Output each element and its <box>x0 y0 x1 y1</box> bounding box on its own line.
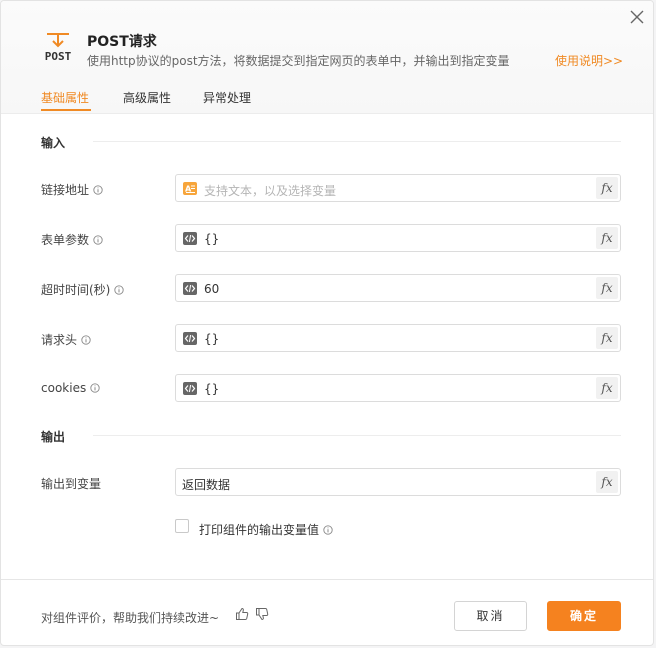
dialog-title: POST请求 <box>87 34 157 50</box>
active-tab-indicator <box>41 109 91 111</box>
headers-label: 请求头 <box>41 331 91 347</box>
headers-value: {} <box>204 332 220 346</box>
close-icon[interactable] <box>625 5 649 29</box>
code-type-icon <box>183 232 197 245</box>
url-input[interactable]: A 支持文本，以及选择变量 fx <box>175 174 621 202</box>
tabs-divider <box>1 113 653 114</box>
output-section-title: 输出 <box>41 430 66 444</box>
form-params-input[interactable]: {} fx <box>175 224 621 252</box>
tab-label: 异常处理 <box>203 91 252 105</box>
fx-button[interactable]: fx <box>596 377 618 399</box>
headers-input[interactable]: {} fx <box>175 324 621 352</box>
tab-exception-handling[interactable]: 异常处理 <box>203 89 251 113</box>
cancel-button[interactable]: 取消 <box>454 601 527 631</box>
usage-help-link[interactable]: 使用说明>> <box>555 52 623 69</box>
code-type-icon <box>183 282 197 295</box>
timeout-input[interactable]: 60 fx <box>175 274 621 302</box>
print-output-checkbox[interactable] <box>175 519 189 533</box>
input-section-title: 输入 <box>41 136 66 150</box>
fx-button[interactable]: fx <box>596 227 618 249</box>
output-var-input[interactable]: 返回数据 fx <box>175 468 621 496</box>
form-params-label: 表单参数 <box>41 231 103 247</box>
url-label-text: 链接地址 <box>41 183 90 197</box>
section-divider <box>93 435 621 436</box>
thumbs-up-icon[interactable] <box>235 607 249 621</box>
code-type-icon <box>183 382 197 395</box>
form-params-value: {} <box>204 232 220 246</box>
text-type-icon: A <box>183 182 197 195</box>
fx-button[interactable]: fx <box>596 177 618 199</box>
headers-label-text: 请求头 <box>41 333 78 347</box>
timeout-label: 超时时间(秒) <box>41 281 125 297</box>
timeout-label-text: 超时时间(秒) <box>41 283 111 297</box>
cookies-value: {} <box>204 382 220 396</box>
form-params-label-text: 表单参数 <box>41 233 90 247</box>
tab-advanced-properties[interactable]: 高级属性 <box>123 89 171 113</box>
dialog-subtitle: 使用http协议的post方法，将数据提交到指定网页的表单中，并输出到指定变量 <box>87 54 510 68</box>
info-icon[interactable] <box>81 335 91 345</box>
output-var-label-text: 输出到变量 <box>41 477 102 491</box>
timeout-value: 60 <box>204 282 220 296</box>
thumbs-down-icon[interactable] <box>255 607 269 621</box>
post-logo-icon: POST <box>45 33 72 63</box>
code-type-icon <box>183 332 197 345</box>
cookies-input[interactable]: {} fx <box>175 374 621 402</box>
print-output-label-text: 打印组件的输出变量值 <box>199 523 320 537</box>
fx-button[interactable]: fx <box>596 277 618 299</box>
confirm-button[interactable]: 确定 <box>547 601 621 631</box>
url-placeholder: 支持文本，以及选择变量 <box>204 184 337 198</box>
tab-label: 基础属性 <box>41 91 90 105</box>
section-divider <box>93 141 621 142</box>
output-var-value: 返回数据 <box>182 478 231 492</box>
tab-label: 高级属性 <box>123 91 172 105</box>
feedback-text: 对组件评价，帮助我们持续改进~ <box>41 611 220 625</box>
post-request-dialog: POST POST请求 使用http协议的post方法，将数据提交到指定网页的表… <box>0 0 654 646</box>
cookies-label: cookies <box>41 381 100 395</box>
print-output-label: 打印组件的输出变量值 <box>199 521 333 538</box>
info-icon[interactable] <box>323 525 333 535</box>
info-icon[interactable] <box>90 383 100 393</box>
url-label: 链接地址 <box>41 181 103 197</box>
output-var-label: 输出到变量 <box>41 475 102 491</box>
tab-basic-properties[interactable]: 基础属性 <box>41 89 91 113</box>
fx-button[interactable]: fx <box>596 471 618 493</box>
info-icon[interactable] <box>93 235 103 245</box>
logo-text: POST <box>45 50 72 63</box>
fx-button[interactable]: fx <box>596 327 618 349</box>
info-icon[interactable] <box>93 185 103 195</box>
info-icon[interactable] <box>114 285 125 295</box>
footer-divider <box>1 579 653 580</box>
cookies-label-text: cookies <box>41 381 87 395</box>
